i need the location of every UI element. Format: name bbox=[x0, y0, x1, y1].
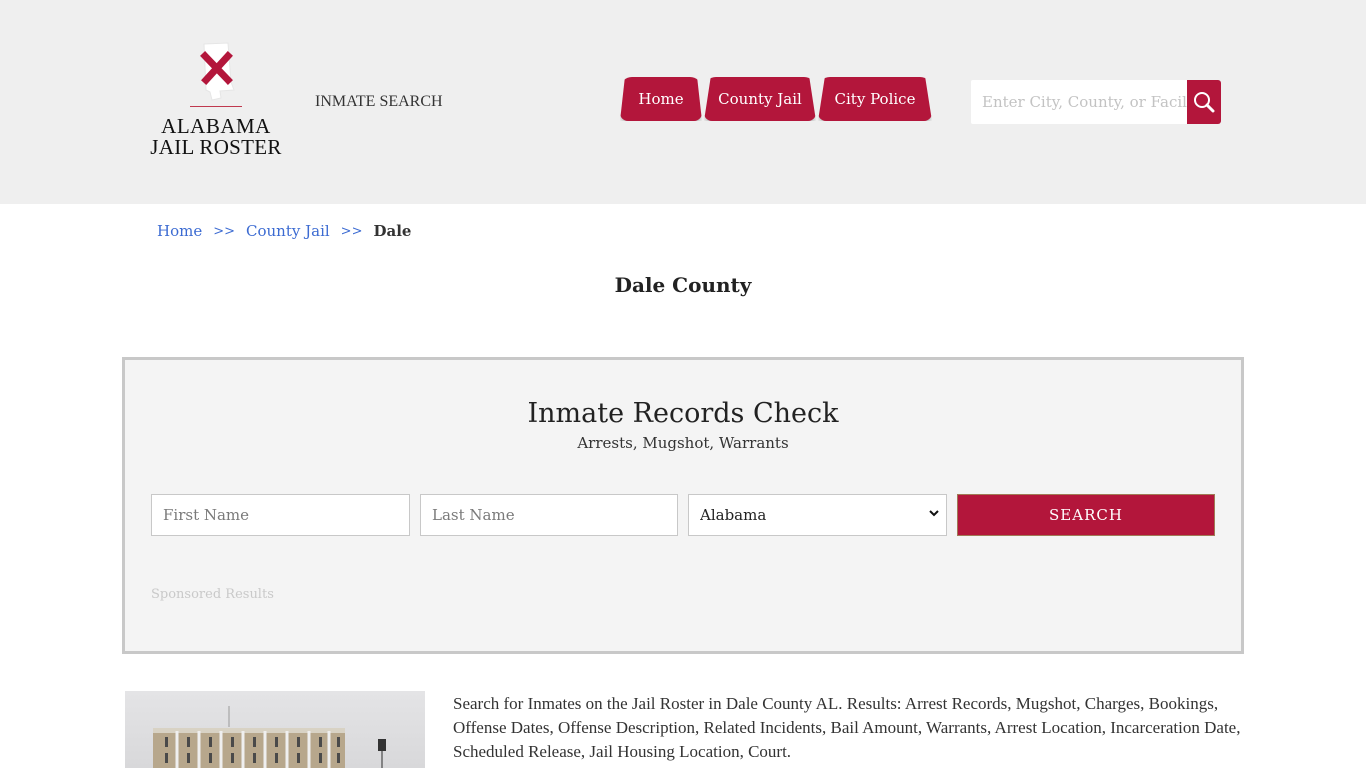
logo-text-jail-roster: JAIL ROSTER bbox=[150, 135, 282, 159]
breadcrumb: Home >> County Jail >> Dale bbox=[157, 222, 411, 241]
inmate-search-link[interactable]: INMATE SEARCH bbox=[315, 93, 443, 111]
breadcrumb-home[interactable]: Home bbox=[157, 222, 202, 241]
nav-home-label: Home bbox=[638, 90, 684, 108]
alabama-map-icon bbox=[200, 42, 235, 101]
logo-divider bbox=[190, 106, 242, 107]
breadcrumb-county-jail[interactable]: County Jail bbox=[246, 222, 330, 241]
records-check-subtitle: Arrests, Mugshot, Warrants bbox=[577, 434, 789, 452]
page-title: Dale County bbox=[614, 273, 752, 297]
breadcrumb-separator: >> bbox=[213, 224, 236, 239]
courthouse-image bbox=[125, 691, 425, 768]
nav-county-jail-label: County Jail bbox=[718, 90, 802, 108]
site-search bbox=[971, 80, 1221, 124]
courthouse-building-illustration bbox=[153, 706, 386, 768]
site-search-input[interactable] bbox=[971, 80, 1187, 124]
site-logo[interactable]: ALABAMA JAIL ROSTER bbox=[150, 42, 285, 162]
breadcrumb-current: Dale bbox=[373, 222, 412, 240]
site-search-button[interactable] bbox=[1187, 80, 1221, 124]
sponsored-results-label: Sponsored Results bbox=[151, 587, 274, 602]
breadcrumb-separator: >> bbox=[340, 224, 363, 239]
first-name-input[interactable] bbox=[151, 494, 410, 536]
nav-county-jail[interactable]: County Jail bbox=[704, 77, 816, 121]
search-icon bbox=[1194, 92, 1215, 113]
state-select[interactable]: Alabama bbox=[688, 494, 947, 536]
last-name-input[interactable] bbox=[420, 494, 678, 536]
nav-city-police[interactable]: City Police bbox=[818, 77, 932, 121]
main-nav: Home County Jail City Police bbox=[620, 77, 934, 121]
records-check-title: Inmate Records Check bbox=[527, 398, 839, 429]
nav-city-police-label: City Police bbox=[834, 90, 916, 108]
records-search-button[interactable]: SEARCH bbox=[957, 494, 1215, 536]
county-description: Search for Inmates on the Jail Roster in… bbox=[453, 694, 1241, 761]
inmate-records-check-panel: Inmate Records Check Arrests, Mugshot, W… bbox=[122, 357, 1244, 654]
site-header: ALABAMA JAIL ROSTER INMATE SEARCH Home C… bbox=[0, 0, 1366, 204]
nav-home[interactable]: Home bbox=[620, 77, 702, 121]
